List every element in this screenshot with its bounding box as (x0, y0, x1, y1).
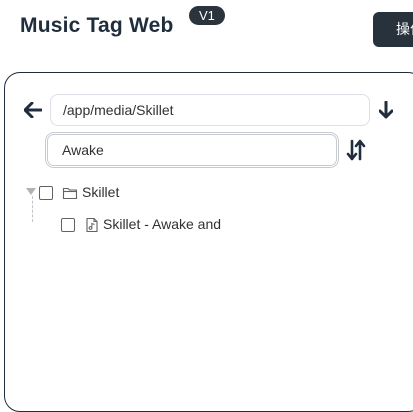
file-checkbox[interactable] (61, 218, 75, 232)
folder-icon (62, 187, 78, 200)
operations-button[interactable]: 操作 (373, 12, 413, 47)
folder-checkbox[interactable] (39, 186, 53, 200)
arrow-left-icon (24, 102, 42, 118)
app-title: Music Tag Web (20, 14, 174, 37)
sort-icon (346, 139, 366, 161)
filter-input[interactable] (45, 132, 339, 168)
arrow-down-icon (379, 101, 393, 119)
download-button[interactable] (375, 99, 397, 121)
tree-file-label[interactable]: Skillet - Awake and (103, 216, 221, 232)
version-badge: V1 (189, 6, 225, 25)
path-input[interactable] (50, 94, 370, 126)
tree-guide-line (32, 196, 33, 222)
sort-button[interactable] (344, 138, 368, 162)
audio-file-icon (86, 217, 98, 233)
back-button[interactable] (22, 99, 44, 121)
tree-folder-label[interactable]: Skillet (82, 184, 119, 200)
caret-down-icon[interactable] (26, 188, 36, 195)
app-header: Music Tag Web V1 操作 (0, 0, 413, 60)
